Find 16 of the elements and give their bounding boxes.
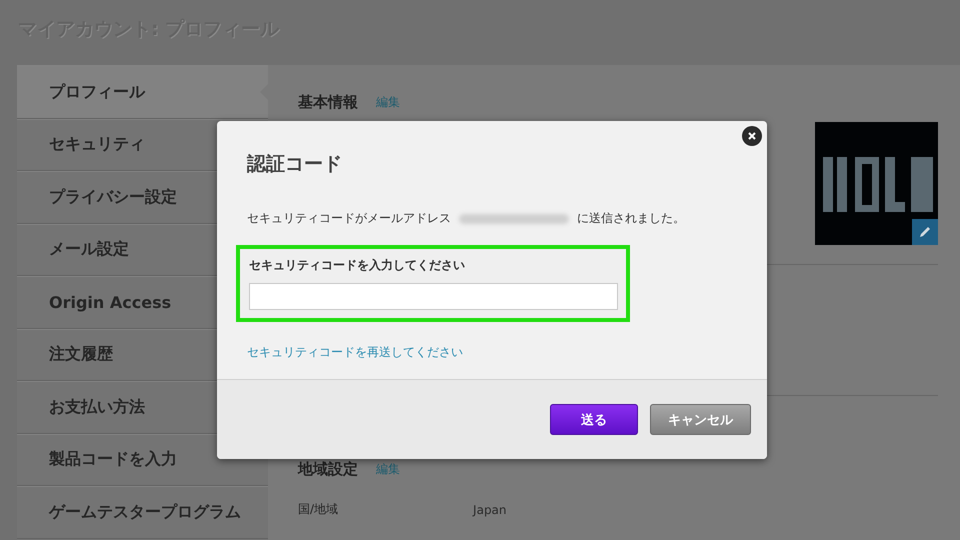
close-icon — [748, 132, 756, 140]
section-heading: 基本情報 — [298, 93, 358, 112]
pencil-icon — [918, 225, 932, 239]
message-text: に送信されました。 — [577, 210, 685, 227]
input-field[interactable] — [249, 283, 618, 310]
close-button[interactable] — [742, 126, 762, 146]
section-heading: 地域設定 — [298, 460, 358, 479]
edit-link[interactable]: 編集 — [376, 94, 400, 111]
edit-link[interactable]: 編集 — [376, 461, 400, 478]
field-value: Japan — [473, 502, 507, 516]
sidebar-item[interactable]: プロフィール — [17, 66, 268, 118]
send-button[interactable]: 送る — [550, 404, 638, 435]
sidebar-item[interactable]: ゲームテスタープログラム — [17, 486, 268, 538]
field-label: 国/地域 — [298, 501, 338, 518]
cancel-button[interactable]: キャンセル — [650, 404, 751, 435]
edit-button[interactable] — [912, 219, 938, 245]
